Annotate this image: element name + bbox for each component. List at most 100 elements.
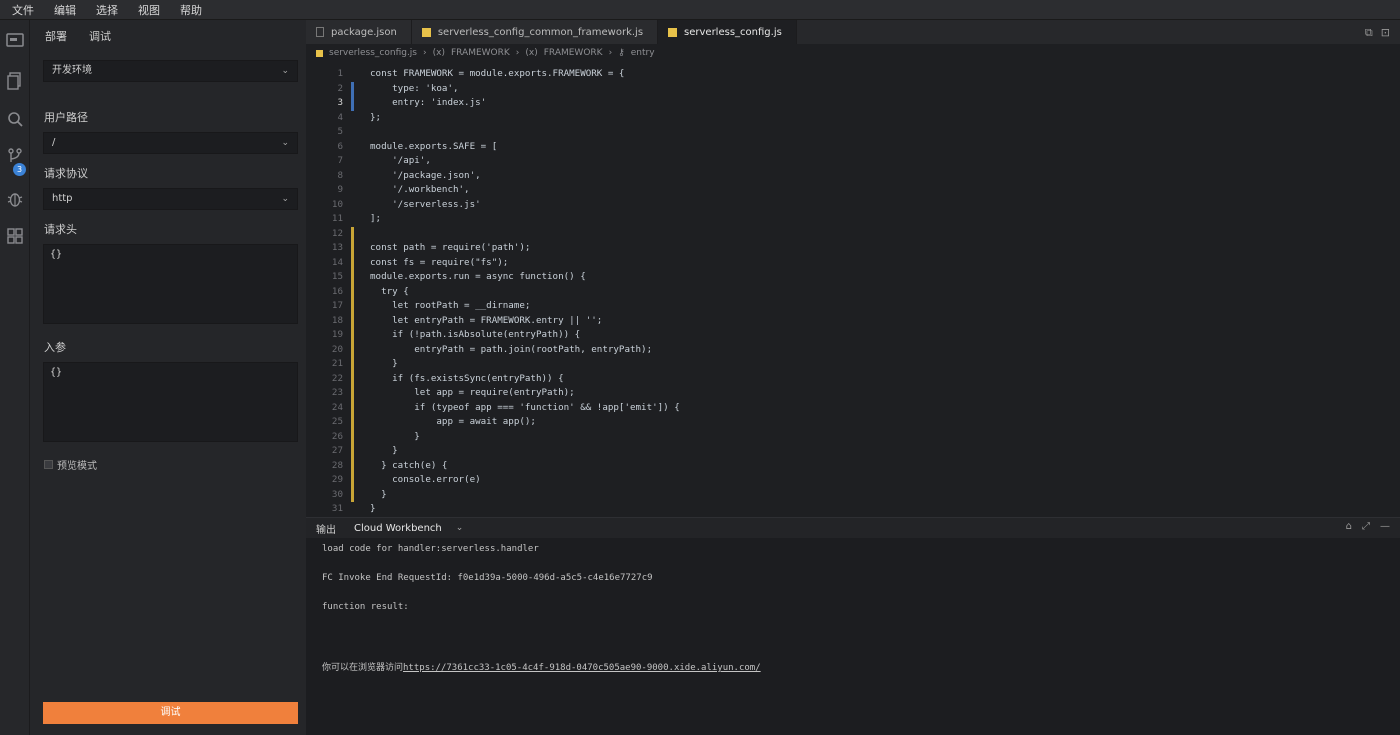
protocol-select[interactable]: http ⌄ bbox=[43, 188, 298, 210]
lock-scroll-icon[interactable]: ⌂ bbox=[1346, 521, 1352, 532]
gutter-marker bbox=[351, 111, 354, 126]
preview-mode-label: 预览模式 bbox=[57, 461, 97, 472]
code-text: } bbox=[370, 445, 398, 456]
code-text: } bbox=[370, 503, 376, 514]
line-number: 24 bbox=[331, 401, 343, 413]
preview-mode-checkbox[interactable] bbox=[44, 460, 53, 469]
editor-tab-tools: ⧉ ⊡ bbox=[1365, 26, 1390, 40]
menu-select[interactable]: 选择 bbox=[96, 2, 118, 18]
split-editor-icon[interactable]: ⧉ bbox=[1365, 26, 1373, 40]
tab-debug[interactable]: 调试 bbox=[89, 28, 111, 44]
line-number: 5 bbox=[337, 126, 343, 137]
chevron-right-icon: › bbox=[515, 48, 520, 58]
panel-tools: ⌂ ⤢ — bbox=[1346, 521, 1390, 532]
breadcrumb-symbol-1[interactable]: FRAMEWORK bbox=[451, 48, 510, 58]
chevron-down-icon[interactable]: ⌄ bbox=[456, 523, 464, 533]
gutter-marker bbox=[351, 81, 354, 96]
key-icon: ⚷ bbox=[618, 48, 625, 58]
code-text: if (!path.isAbsolute(entryPath)) { bbox=[370, 329, 581, 340]
gutter-marker bbox=[351, 429, 354, 444]
line-number: 26 bbox=[331, 430, 343, 442]
environment-select[interactable]: 开发环境 ⌄ bbox=[43, 60, 298, 82]
breadcrumb-symbol-2[interactable]: FRAMEWORK bbox=[544, 48, 603, 58]
line-number: 20 bbox=[331, 343, 343, 355]
debug-icon[interactable] bbox=[5, 190, 25, 210]
gutter-marker bbox=[351, 154, 354, 169]
extensions-icon[interactable] bbox=[5, 228, 25, 248]
output-channel-select[interactable]: Cloud Workbench bbox=[354, 523, 442, 534]
code-line: 24 if (typeof app === 'function' && !app… bbox=[306, 400, 1400, 415]
line-number: 31 bbox=[331, 503, 343, 514]
breadcrumb-symbol-3[interactable]: entry bbox=[631, 48, 655, 58]
line-number: 3 bbox=[337, 97, 343, 108]
search-icon[interactable] bbox=[5, 111, 25, 131]
menu-help[interactable]: 帮助 bbox=[180, 2, 202, 18]
explorer-icon[interactable] bbox=[5, 72, 25, 92]
gutter-marker bbox=[351, 415, 354, 430]
code-line: 31} bbox=[306, 502, 1400, 517]
code-text: try { bbox=[370, 285, 409, 297]
line-number: 23 bbox=[331, 387, 343, 398]
tab-deploy[interactable]: 部署 bbox=[45, 28, 67, 44]
tab-output[interactable]: 输出 bbox=[316, 521, 336, 536]
gutter-marker bbox=[351, 487, 354, 502]
code-line: 28 } catch(e) { bbox=[306, 458, 1400, 473]
headers-textarea[interactable]: {} bbox=[43, 244, 298, 324]
params-textarea[interactable]: {} bbox=[43, 362, 298, 442]
code-text: '/.workbench', bbox=[370, 184, 470, 195]
chevron-down-icon: ⌄ bbox=[281, 66, 289, 76]
maximize-panel-icon[interactable]: ⤢ bbox=[1362, 521, 1370, 532]
gutter-marker bbox=[351, 342, 354, 357]
code-line: 15 module.exports.run = async function() … bbox=[306, 270, 1400, 285]
gutter-marker bbox=[351, 328, 354, 343]
output-line: function result: bbox=[322, 602, 409, 612]
tab-serverless-config[interactable]: serverless_config.js bbox=[658, 20, 797, 44]
gutter-marker bbox=[351, 169, 354, 184]
line-number: 1 bbox=[337, 68, 343, 79]
tab-package-json[interactable]: package.json bbox=[306, 20, 412, 44]
code-line: 27 } bbox=[306, 444, 1400, 459]
code-line: 23 let app = require(entryPath); bbox=[306, 386, 1400, 401]
path-select[interactable]: / ⌄ bbox=[43, 132, 298, 154]
tab-label: serverless_config_common_framework.js bbox=[437, 26, 644, 38]
deploy-icon[interactable] bbox=[5, 32, 25, 52]
menu-view[interactable]: 视图 bbox=[138, 2, 160, 18]
headers-label: 请求头 bbox=[44, 223, 77, 236]
code-text: app = await app(); bbox=[370, 416, 536, 427]
gutter-marker bbox=[351, 67, 354, 82]
code-text: const path = require('path'); bbox=[370, 242, 531, 253]
variable-icon: (x) bbox=[432, 48, 445, 58]
protocol-select-value: http bbox=[52, 193, 73, 204]
code-text: console.error(e) bbox=[370, 474, 481, 485]
line-number: 22 bbox=[331, 372, 343, 384]
line-number: 25 bbox=[331, 416, 343, 427]
line-number: 2 bbox=[337, 82, 343, 94]
preview-url-link[interactable]: https://7361cc33-1c05-4c4f-918d-0470c505… bbox=[403, 663, 761, 673]
environment-select-value: 开发环境 bbox=[52, 65, 92, 76]
code-line: 5 bbox=[306, 125, 1400, 140]
more-actions-icon[interactable]: ⊡ bbox=[1381, 26, 1390, 40]
menu-edit[interactable]: 编辑 bbox=[54, 2, 76, 18]
breadcrumb-file[interactable]: serverless_config.js bbox=[329, 48, 417, 58]
code-text: } bbox=[370, 358, 398, 369]
code-line: 18 let entryPath = FRAMEWORK.entry || ''… bbox=[306, 313, 1400, 328]
editor-tabs: package.json serverless_config_common_fr… bbox=[306, 20, 1400, 44]
code-line: 25 app = await app(); bbox=[306, 415, 1400, 430]
visit-prefix: 你可以在浏览器访问 bbox=[322, 663, 404, 673]
menu-file[interactable]: 文件 bbox=[12, 2, 34, 18]
run-debug-button[interactable]: 调试 bbox=[43, 702, 298, 724]
tab-serverless-config-common-framework[interactable]: serverless_config_common_framework.js bbox=[411, 20, 659, 44]
tab-label: serverless_config.js bbox=[684, 26, 782, 38]
line-number: 13 bbox=[331, 242, 343, 253]
code-editor[interactable]: 1 const FRAMEWORK = module.exports.FRAMEW… bbox=[306, 67, 1400, 517]
js-file-icon bbox=[316, 49, 323, 57]
tab-label: package.json bbox=[331, 26, 397, 38]
output-panel-header: 输出 Cloud Workbench ⌄ ⌂ ⤢ — bbox=[306, 518, 1400, 538]
minimize-panel-icon[interactable]: — bbox=[1380, 521, 1390, 532]
gutter-marker bbox=[351, 226, 354, 241]
line-number: 14 bbox=[331, 256, 343, 268]
code-line: 7 '/api', bbox=[306, 154, 1400, 169]
code-text: } bbox=[370, 430, 420, 442]
gutter-marker bbox=[351, 299, 354, 314]
code-text: '/serverless.js' bbox=[370, 198, 481, 210]
